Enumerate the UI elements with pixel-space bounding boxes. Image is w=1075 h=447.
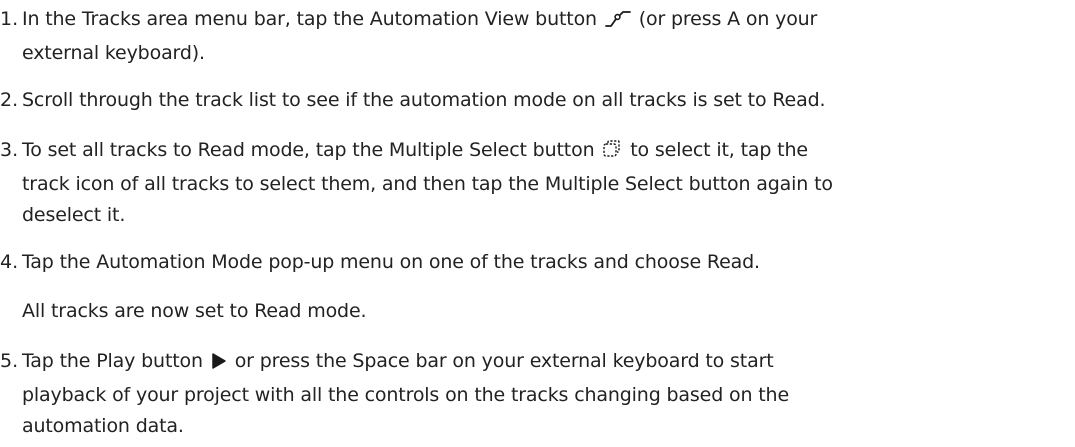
step-number: 2. bbox=[0, 89, 19, 111]
step-number: 1. bbox=[0, 8, 19, 30]
step-text: To set all tracks to Read mode, tap the … bbox=[22, 135, 1075, 231]
automation-view-icon bbox=[604, 7, 631, 38]
step-text: In the Tracks area menu bar, tap the Aut… bbox=[22, 4, 1075, 69]
step-line: deselect it. bbox=[22, 204, 126, 226]
step-line: external keyboard). bbox=[22, 42, 205, 64]
step-number: 4. bbox=[0, 251, 19, 273]
step-line: Tap the Play button or press the Space b… bbox=[22, 346, 1075, 380]
step-text-segment: In the Tracks area menu bar, tap the Aut… bbox=[22, 8, 597, 30]
step-line: Tap the Automation Mode pop-up menu on o… bbox=[22, 251, 760, 273]
step-text-segment: to select it, tap the bbox=[630, 139, 808, 161]
step-line: track icon of all tracks to select them,… bbox=[22, 173, 833, 195]
step-text: Scroll through the track list to see if … bbox=[22, 85, 1075, 116]
step-line: To set all tracks to Read mode, tap the … bbox=[22, 135, 1075, 169]
step-line: Scroll through the track list to see if … bbox=[22, 89, 826, 111]
step-line: In the Tracks area menu bar, tap the Aut… bbox=[22, 4, 1075, 38]
step-line: automation data. bbox=[22, 415, 184, 437]
step-line: playback of your project with all the co… bbox=[22, 384, 789, 406]
step-text-segment: or press the Space bar on your external … bbox=[234, 350, 774, 372]
step-number: 5. bbox=[0, 350, 19, 372]
step-text-segment: To set all tracks to Read mode, tap the … bbox=[22, 139, 595, 161]
step-text: Tap the Automation Mode pop-up menu on o… bbox=[22, 247, 1075, 278]
multiple-select-icon bbox=[602, 138, 622, 169]
step-note-text: All tracks are now set to Read mode. bbox=[22, 300, 367, 322]
step-number: 3. bbox=[0, 139, 19, 161]
step-text: Tap the Play button or press the Space b… bbox=[22, 346, 1075, 442]
play-icon bbox=[211, 349, 227, 380]
step-text-segment: (or press A on your bbox=[638, 8, 818, 30]
instruction-list: 1. In the Tracks area menu bar, tap the … bbox=[0, 0, 1075, 447]
step-text-segment: Tap the Play button bbox=[22, 350, 203, 372]
